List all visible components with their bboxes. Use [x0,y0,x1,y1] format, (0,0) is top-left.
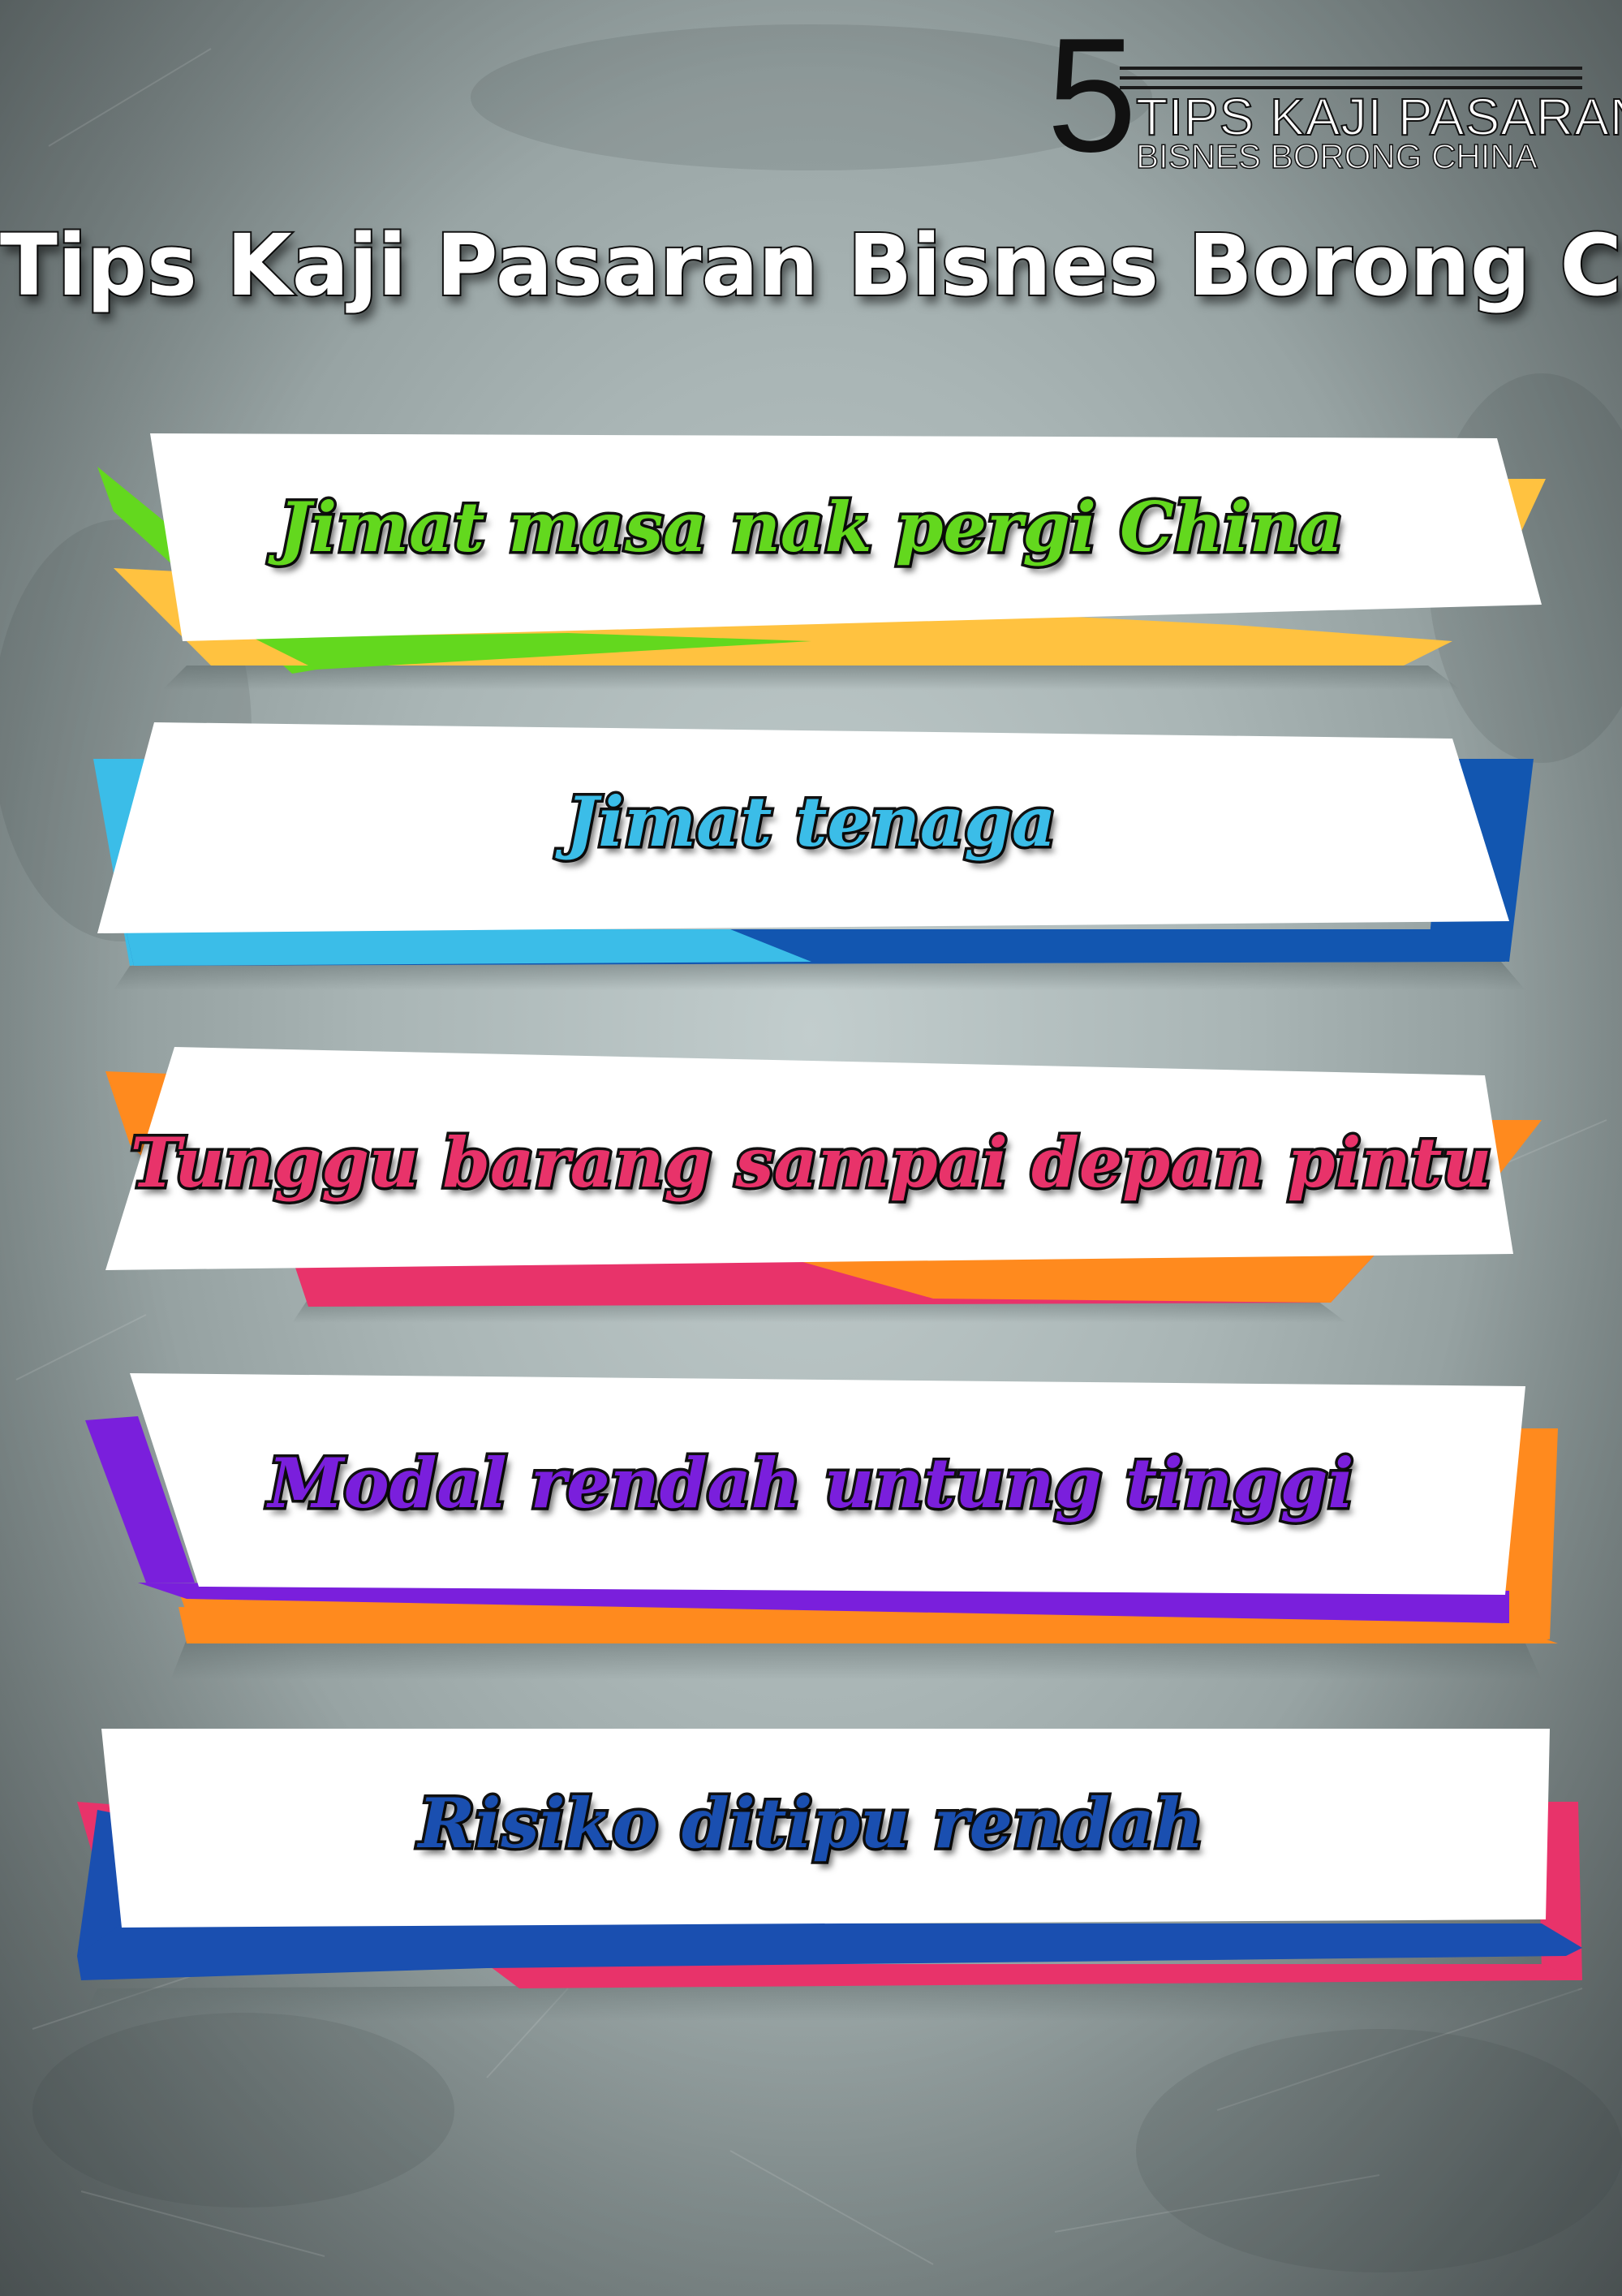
tip-text: Jimat tenaga [563,779,1059,865]
logo-line-1: TIPS KAJI PASARAN [1135,88,1622,146]
tip-banner-1: Jimat masa nak pergi China [0,422,1622,690]
page-title: Tips Kaji Pasaran Bisnes Borong China [0,214,1622,317]
tip-text: Jimat masa nak pergi China [276,485,1346,571]
tip-banner-4: Modal rendah untung tinggi [0,1363,1622,1680]
poster: 5 TIPS KAJI PASARAN BISNES BORONG CHINA … [0,0,1622,2296]
tip-banner-3: Tunggu barang sampai depan pintu [0,1039,1622,1323]
logo-rule [1120,76,1582,80]
tip-banner-5: Risiko ditipu rendah [0,1721,1622,2021]
tip-text: Tunggu barang sampai depan pintu [127,1120,1495,1206]
tip-text: Modal rendah untung tinggi [265,1441,1357,1527]
tip-text: Risiko ditipu rendah [415,1781,1207,1867]
logo-rule [1120,67,1582,70]
logo: 5 TIPS KAJI PASARAN BISNES BORONG CHINA [1047,15,1622,187]
tip-banner-2: Jimat tenaga [0,714,1622,990]
logo-number: 5 [1047,5,1138,186]
logo-line-2: BISNES BORONG CHINA [1135,137,1538,175]
banner-ribbon [77,1729,1590,2021]
